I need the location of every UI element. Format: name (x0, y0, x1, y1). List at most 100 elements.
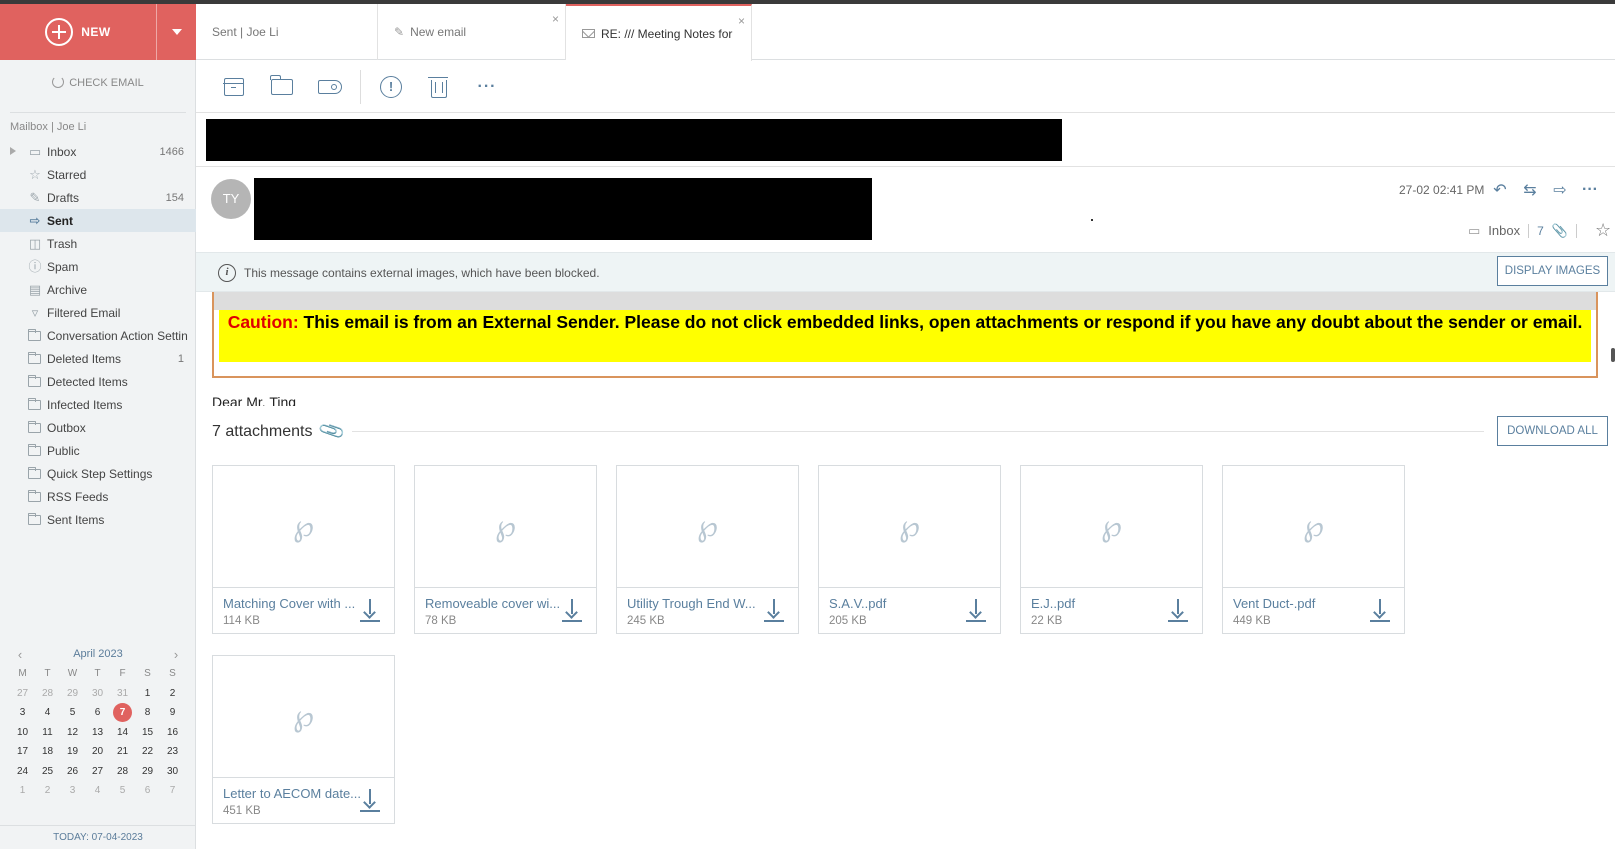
sidebar-item-outbox[interactable]: Outbox (0, 416, 196, 439)
sidebar-item-spam[interactable]: ⓘ Spam (0, 255, 196, 278)
calendar-day[interactable]: 5 (60, 703, 85, 723)
sidebar-item-rss-feeds[interactable]: RSS Feeds (0, 485, 196, 508)
calendar-day[interactable]: 10 (10, 723, 35, 743)
attachment-card[interactable]: ℘ S.A.V..pdf 205 KB (818, 465, 1001, 634)
calendar-day[interactable]: 28 (110, 762, 135, 782)
calendar-day[interactable]: 1 (10, 781, 35, 801)
attachment-name[interactable]: Utility Trough End W... (627, 596, 767, 611)
report-spam-button[interactable]: ! (367, 67, 415, 107)
calendar-day[interactable]: 21 (110, 742, 135, 762)
sidebar-item-public[interactable]: Public (0, 439, 196, 462)
display-images-button[interactable]: DISPLAY IMAGES (1497, 256, 1608, 286)
calendar-month-label[interactable]: April 2023 (73, 648, 123, 660)
calendar-day[interactable]: 25 (35, 762, 60, 782)
calendar-day[interactable]: 3 (10, 703, 35, 723)
attachment-card[interactable]: ℘ Utility Trough End W... 245 KB (616, 465, 799, 634)
calendar-day[interactable]: 2 (35, 781, 60, 801)
sidebar-item-deleted-items[interactable]: Deleted Items 1 (0, 347, 196, 370)
today-label[interactable]: TODAY: 07-04-2023 (0, 825, 196, 843)
download-icon[interactable] (1168, 599, 1188, 623)
calendar-day[interactable]: 13 (85, 723, 110, 743)
tab-sent[interactable]: Sent | Joe Li (196, 4, 378, 60)
calendar-day[interactable]: 17 (10, 742, 35, 762)
download-icon[interactable] (562, 599, 582, 623)
calendar-day[interactable]: 31 (110, 684, 135, 704)
calendar-day[interactable]: 27 (10, 684, 35, 704)
attachment-preview[interactable]: ℘ (415, 466, 596, 588)
attachment-preview[interactable]: ℘ (1223, 466, 1404, 588)
message-folder[interactable]: Inbox (1488, 223, 1520, 238)
delete-button[interactable] (415, 67, 463, 107)
calendar-day[interactable]: 8 (135, 703, 160, 723)
calendar-day[interactable]: 18 (35, 742, 60, 762)
attachment-name[interactable]: Removeable cover wi... (425, 596, 565, 611)
download-icon[interactable] (360, 789, 380, 813)
attachment-name[interactable]: E.J..pdf (1031, 596, 1171, 611)
archive-button[interactable] (210, 67, 258, 107)
scrollbar-thumb[interactable] (1611, 348, 1615, 362)
reply-all-icon[interactable]: ⇆ (1518, 178, 1542, 202)
attachment-name[interactable]: Letter to AECOM date... (223, 786, 363, 801)
chevron-left-icon[interactable]: ‹ (10, 647, 30, 662)
sidebar-item-inbox[interactable]: ▭ Inbox 1466 (0, 140, 196, 163)
calendar-day[interactable]: 14 (110, 723, 135, 743)
attachment-preview[interactable]: ℘ (213, 466, 394, 588)
calendar-day[interactable]: 1 (135, 684, 160, 704)
sidebar-item-trash[interactable]: ◫ Trash (0, 232, 196, 255)
download-icon[interactable] (360, 599, 380, 623)
attachment-preview[interactable]: ℘ (213, 656, 394, 778)
calendar-day[interactable]: 11 (35, 723, 60, 743)
attachment-name[interactable]: Vent Duct-.pdf (1233, 596, 1373, 611)
calendar-day[interactable]: 6 (85, 703, 110, 723)
sidebar-item-filtered-email[interactable]: ▿ Filtered Email (0, 301, 196, 324)
sidebar-item-starred[interactable]: ☆ Starred (0, 163, 196, 186)
download-all-button[interactable]: DOWNLOAD ALL (1497, 416, 1608, 446)
calendar-day[interactable]: 3 (60, 781, 85, 801)
calendar-day[interactable]: 6 (135, 781, 160, 801)
close-icon[interactable]: × (552, 12, 559, 26)
sidebar-item-conversation-action-settings[interactable]: Conversation Action Settin (0, 324, 196, 347)
attachment-preview[interactable]: ℘ (617, 466, 798, 588)
sidebar-item-sent[interactable]: ⇨ Sent (0, 209, 196, 232)
calendar-day[interactable]: 29 (135, 762, 160, 782)
star-icon[interactable]: ☆ (1595, 220, 1611, 241)
calendar-day[interactable]: 15 (135, 723, 160, 743)
calendar-day[interactable]: 23 (160, 742, 185, 762)
check-email-button[interactable]: CHECK EMAIL (0, 76, 196, 89)
close-icon[interactable]: × (738, 14, 745, 28)
calendar-day[interactable]: 22 (135, 742, 160, 762)
chevron-right-icon[interactable]: › (166, 647, 186, 662)
calendar-day[interactable]: 26 (60, 762, 85, 782)
calendar-day[interactable]: 16 (160, 723, 185, 743)
calendar-day[interactable]: 9 (160, 703, 185, 723)
tab-meeting-notes[interactable]: RE: /// Meeting Notes for × (566, 4, 752, 61)
sidebar-item-quick-step-settings[interactable]: Quick Step Settings (0, 462, 196, 485)
expand-arrow-icon[interactable] (10, 147, 16, 155)
calendar-day[interactable]: 4 (35, 703, 60, 723)
attachment-name[interactable]: S.A.V..pdf (829, 596, 969, 611)
move-button[interactable] (258, 67, 306, 107)
calendar-day[interactable]: 20 (85, 742, 110, 762)
calendar-day[interactable]: 19 (60, 742, 85, 762)
attachment-card[interactable]: ℘ Removeable cover wi... 78 KB (414, 465, 597, 634)
calendar-day[interactable]: 30 (85, 684, 110, 704)
attachment-count[interactable]: 7 (1537, 224, 1544, 238)
tab-new-email[interactable]: ✎ New email × (378, 4, 566, 60)
forward-icon[interactable]: ⇨ (1548, 178, 1572, 202)
attachment-card[interactable]: ℘ Vent Duct-.pdf 449 KB (1222, 465, 1405, 634)
tag-button[interactable] (306, 67, 354, 107)
calendar-day[interactable]: 27 (85, 762, 110, 782)
download-icon[interactable] (966, 599, 986, 623)
calendar-day[interactable]: 5 (110, 781, 135, 801)
attachment-preview[interactable]: ℘ (1021, 466, 1202, 588)
calendar-day[interactable]: 2 (160, 684, 185, 704)
attachment-card[interactable]: ℘ Letter to AECOM date... 451 KB (212, 655, 395, 824)
sidebar-item-detected-items[interactable]: Detected Items (0, 370, 196, 393)
attachment-card[interactable]: ℘ E.J..pdf 22 KB (1020, 465, 1203, 634)
attachment-name[interactable]: Matching Cover with ... (223, 596, 363, 611)
calendar-day[interactable]: 4 (85, 781, 110, 801)
sidebar-item-infected-items[interactable]: Infected Items (0, 393, 196, 416)
sidebar-item-archive[interactable]: ▤ Archive (0, 278, 196, 301)
attachment-card[interactable]: ℘ Matching Cover with ... 114 KB (212, 465, 395, 634)
more-icon[interactable]: ··· (1578, 178, 1602, 202)
